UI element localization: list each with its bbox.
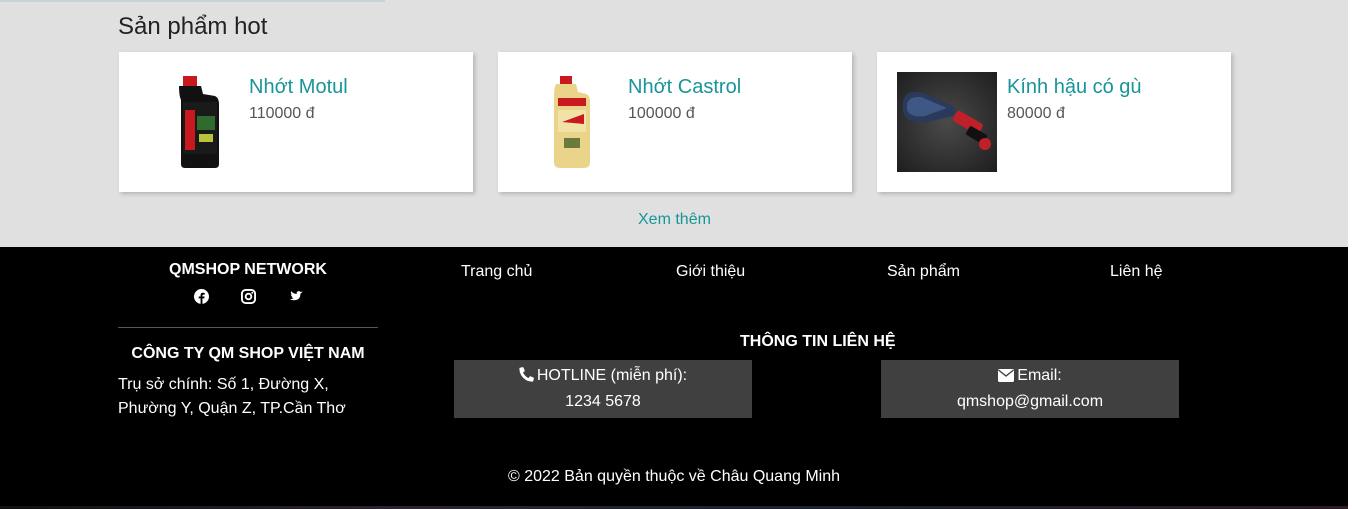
footer-nav-products[interactable]: Sản phẩm	[887, 263, 960, 281]
section-title: Sản phẩm hot	[118, 13, 268, 40]
company-name: CÔNG TY QM SHOP VIỆT NAM	[131, 345, 365, 362]
copyright-text: © 2022 Bản quyền thuộc về Châu Quang Min…	[507, 468, 840, 485]
footer-brand: QMSHOP NETWORK	[169, 261, 327, 278]
scrollbar[interactable]	[1348, 0, 1352, 509]
footer-nav-about[interactable]: Giới thiệu	[676, 263, 745, 281]
top-divider	[0, 0, 385, 2]
envelope-icon	[998, 366, 1015, 390]
product-name[interactable]: Nhớt Motul	[249, 76, 348, 99]
hot-products-section: Sản phẩm hot Nhớt Motul 110000 đ Nhớt Ca…	[0, 0, 1348, 247]
product-name[interactable]: Nhớt Castrol	[628, 76, 741, 99]
email-box[interactable]: Email: qmshop@gmail.com	[881, 360, 1179, 418]
product-card-motul[interactable]: Nhớt Motul 110000 đ	[119, 52, 473, 192]
email-address[interactable]: qmshop@gmail.com	[881, 390, 1179, 414]
product-image-mirror[interactable]	[897, 72, 997, 172]
instagram-icon[interactable]	[240, 289, 256, 304]
product-image-castrol[interactable]	[518, 72, 618, 172]
see-more-link[interactable]: Xem thêm	[638, 211, 711, 229]
phone-icon	[519, 366, 534, 390]
product-card-mirror[interactable]: Kính hậu có gù 80000 đ	[877, 52, 1231, 192]
product-name[interactable]: Kính hậu có gù	[1007, 76, 1142, 99]
footer-divider	[118, 327, 378, 328]
hotline-number[interactable]: 1234 5678	[454, 390, 752, 414]
product-price: 100000 đ	[628, 105, 695, 122]
footer-nav-contact[interactable]: Liên hệ	[1110, 263, 1163, 281]
email-label: Email:	[1017, 367, 1062, 384]
facebook-icon[interactable]	[193, 289, 209, 304]
contact-title: THÔNG TIN LIÊN HỆ	[740, 333, 896, 350]
product-price: 110000 đ	[249, 105, 315, 122]
company-address: Trụ sở chính: Số 1, Đường X, Phường Y, Q…	[118, 376, 346, 417]
hotline-box[interactable]: HOTLINE (miễn phí): 1234 5678	[454, 360, 752, 418]
product-image-motul[interactable]	[139, 72, 239, 172]
product-card-castrol[interactable]: Nhớt Castrol 100000 đ	[498, 52, 852, 192]
product-price: 80000 đ	[1007, 105, 1065, 122]
footer-nav-home[interactable]: Trang chủ	[461, 263, 532, 281]
twitter-icon[interactable]	[288, 289, 303, 304]
site-footer: QMSHOP NETWORK CÔNG TY QM SHOP VIỆT NAM …	[0, 247, 1348, 509]
social-links	[118, 289, 378, 304]
hotline-label: HOTLINE (miễn phí):	[536, 367, 688, 384]
